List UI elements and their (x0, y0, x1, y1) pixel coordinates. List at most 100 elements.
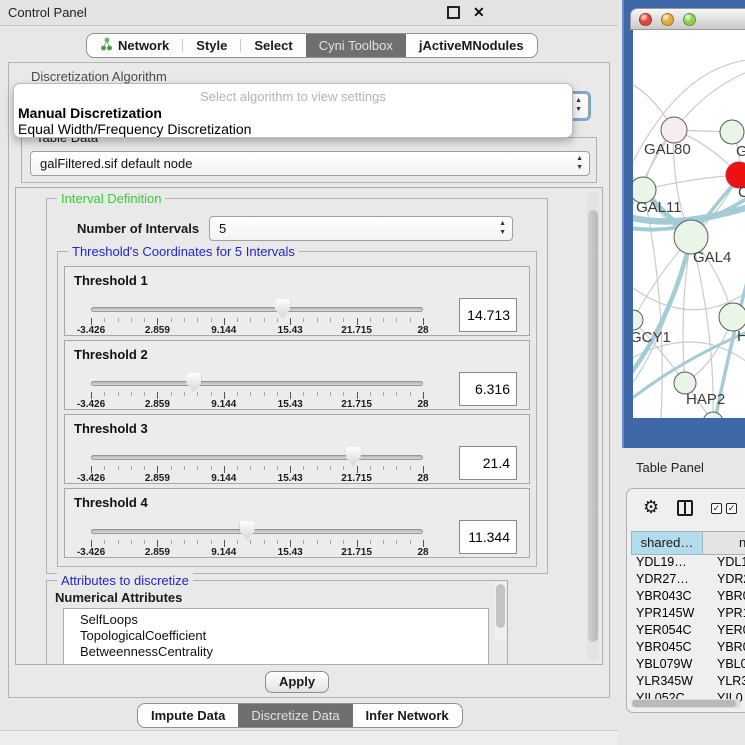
slider-tick (197, 318, 198, 322)
attribute-list-item[interactable]: BetweennessCentrality (64, 644, 488, 660)
bottom-tab-infer-network[interactable]: Infer Network (353, 704, 462, 727)
number-of-intervals-select[interactable]: 5 ▲▼ (209, 216, 513, 241)
table-row[interactable]: YBR043CYBR0 (631, 589, 745, 606)
threshold-slider-thumb[interactable] (186, 373, 201, 392)
top-tab-style[interactable]: Style (183, 34, 240, 57)
table-cell: YER054C (631, 623, 703, 640)
threshold-value-field[interactable]: 11.344 (459, 520, 517, 554)
split-columns-icon[interactable] (677, 500, 693, 516)
slider-tick-label: 9.144 (201, 547, 247, 558)
threshold-slider-track[interactable] (91, 455, 423, 460)
slider-tick-label: 15.43 (267, 325, 313, 336)
apply-button[interactable]: Apply (265, 671, 329, 693)
slider-tick (264, 466, 265, 470)
table-row[interactable]: YBL079WYBL0 (631, 657, 745, 674)
bottom-tab-discretize-data[interactable]: Discretize Data (238, 704, 352, 727)
table-cell: YER0 (703, 623, 745, 640)
chevron-updown-icon: ▲▼ (575, 96, 582, 114)
table-cell: YLR345W (631, 674, 703, 691)
close-traffic-icon[interactable] (639, 13, 652, 26)
threshold-slider-thumb[interactable] (275, 299, 290, 318)
zoom-traffic-icon[interactable] (683, 13, 696, 26)
horizontal-scrollbar[interactable] (631, 699, 741, 708)
table-header-row: shared…n (631, 531, 745, 555)
slider-tick-label: 21.715 (334, 547, 380, 558)
interval-definition-group-label: Interval Definition (57, 191, 165, 206)
table-cell: YBR0 (703, 589, 745, 606)
slider-tick (104, 466, 105, 470)
vertical-scrollbar-thumb[interactable] (588, 210, 598, 642)
slider-tick (211, 466, 212, 470)
top-tab-network[interactable]: Network (87, 34, 182, 57)
table-data-selected-value: galFiltered.sif default node (40, 156, 192, 171)
slider-tick-label: 2.859 (134, 547, 180, 558)
menu-item-equal-width-frequency[interactable]: Equal Width/Frequency Discretization (18, 121, 251, 137)
graph-node-6[interactable] (719, 303, 745, 331)
column-header-shared[interactable]: shared… (631, 531, 703, 555)
checkbox-icon[interactable]: ✓ (726, 503, 737, 514)
slider-tick (317, 466, 318, 470)
top-tab-select[interactable]: Select (241, 34, 305, 57)
attribute-list-item[interactable]: TopologicalCoefficient (64, 628, 488, 644)
menu-item-manual-discretization[interactable]: Manual Discretization (18, 105, 162, 121)
table-row[interactable]: YPR145WYPR1 (631, 606, 745, 623)
table-row[interactable]: YLR345WYLR3 (631, 674, 745, 691)
table-panel-title: Table Panel (636, 460, 704, 475)
numerical-attributes-label: Numerical Attributes (55, 590, 182, 605)
slider-tick (423, 540, 424, 547)
close-icon[interactable]: ✕ (473, 6, 486, 19)
list-scrollbar-thumb[interactable] (496, 584, 505, 628)
slider-tick (237, 318, 238, 322)
slider-tick (303, 466, 304, 470)
control-panel-tabbar: NetworkStyleSelectCyni ToolboxjActiveMNo… (86, 33, 538, 58)
threshold-4-box: Threshold 4-3.4262.8599.14415.4321.71528… (64, 488, 530, 558)
slider-tick (290, 392, 291, 399)
attributes-group: Attributes to discretize Numerical Attri… (46, 580, 508, 665)
slider-tick (184, 466, 185, 470)
threshold-value-field[interactable]: 14.713 (459, 298, 517, 332)
threshold-slider-thumb[interactable] (240, 521, 255, 540)
threshold-slider-track[interactable] (91, 381, 423, 386)
slider-tick (144, 318, 145, 322)
table-row[interactable]: YER054CYER0 (631, 623, 745, 640)
slider-tick (264, 318, 265, 322)
threshold-label: Threshold 4 (74, 495, 148, 510)
slider-tick-label: 28 (400, 399, 446, 410)
threshold-slider-track[interactable] (91, 529, 423, 534)
bottom-tab-impute-data[interactable]: Impute Data (138, 704, 238, 727)
gear-icon[interactable]: ⚙ (643, 497, 659, 518)
slider-tick (250, 318, 251, 322)
table-data-select[interactable]: galFiltered.sif default node ▲▼ (30, 151, 590, 176)
table-row[interactable]: YDR27…YDR2 (631, 572, 745, 589)
checkbox-icon[interactable]: ✓ (711, 503, 722, 514)
slider-tick (277, 392, 278, 396)
graph-node-0[interactable] (661, 117, 687, 143)
network-canvas[interactable]: GAL80GACGAL11GAL4GCY1HHAP2 (633, 30, 745, 418)
slider-tick (91, 466, 92, 473)
minimize-traffic-icon[interactable] (661, 13, 674, 26)
float-panel-icon[interactable] (447, 6, 460, 19)
slider-tick (343, 318, 344, 322)
network-window-titlebar[interactable] (630, 8, 745, 30)
column-header-n[interactable]: n (703, 531, 745, 555)
table-cell: YDR27… (631, 572, 703, 589)
graph-edge (643, 175, 739, 190)
slider-tick (410, 540, 411, 544)
table-row[interactable]: YDL19…YDL1 (631, 555, 745, 572)
top-tab-cyni-toolbox[interactable]: Cyni Toolbox (306, 34, 406, 57)
graph-node-1[interactable] (720, 120, 744, 144)
slider-tick (277, 540, 278, 544)
attribute-list-item[interactable]: SelfLoops (64, 612, 488, 628)
slider-tick (118, 540, 119, 544)
table-row[interactable]: YBR045CYBR0 (631, 640, 745, 657)
threshold-value-field[interactable]: 6.316 (459, 372, 517, 406)
threshold-slider-thumb[interactable] (346, 447, 361, 466)
top-tab-jactivemnodules[interactable]: jActiveMNodules (406, 34, 537, 57)
horizontal-scrollbar-thumb[interactable] (632, 700, 736, 707)
threshold-value-field[interactable]: 21.4 (459, 446, 517, 480)
slider-tick-label: 9.144 (201, 473, 247, 484)
graph-node-5[interactable] (633, 310, 643, 330)
threshold-slider-track[interactable] (91, 307, 423, 312)
table-cell: YBL0 (703, 657, 745, 674)
slider-tick (157, 466, 158, 473)
